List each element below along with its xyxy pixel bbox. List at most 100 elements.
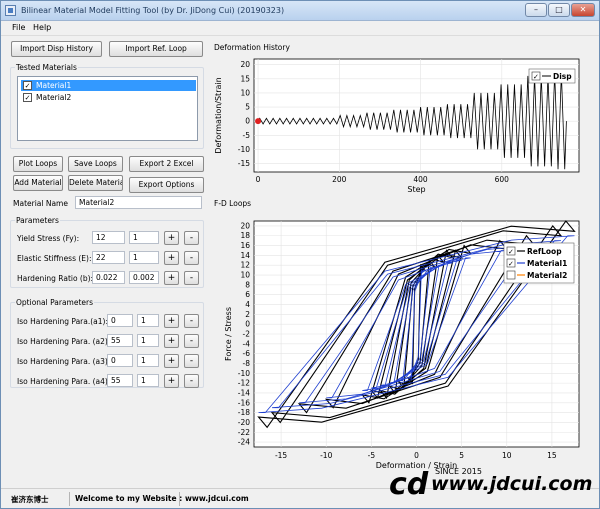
y-tick-label: -18	[238, 408, 250, 417]
x-tick-label: 15	[547, 451, 557, 460]
material-name-label: Material Name	[13, 199, 68, 208]
legend-label: RefLoop	[527, 247, 562, 256]
material2-label: Material2	[36, 93, 72, 102]
x-tick-label: -10	[320, 451, 332, 460]
yield-stress-plus-button[interactable]: +	[164, 231, 179, 245]
hardening-ratio-plus-button[interactable]: +	[164, 271, 179, 285]
y-tick-label: 10	[240, 88, 250, 97]
x-tick-label: 5	[459, 451, 464, 460]
elastic-stiffness-step-input[interactable]: 1	[129, 251, 159, 264]
status-author: 崔济东博士	[11, 495, 49, 504]
import-disp-history-button[interactable]: Import Disp History	[11, 41, 102, 57]
checkbox-material1[interactable]: ✓	[23, 81, 32, 90]
materials-list[interactable]: ✓ Material1 ✓ Material2	[17, 76, 198, 141]
menu-bar: File Help	[1, 21, 599, 36]
import-ref-loop-button[interactable]: Import Ref. Loop	[109, 41, 203, 57]
plot-loops-button[interactable]: Plot Loops	[13, 156, 63, 172]
y-tick-label: 15	[240, 74, 250, 83]
website-link[interactable]: www.jdcui.com	[185, 494, 249, 503]
start-point-marker	[255, 118, 262, 125]
material-name-input[interactable]: Material2	[75, 196, 202, 209]
iso-a1-step-input[interactable]: 1	[137, 314, 159, 327]
hardening-ratio-step-input[interactable]: 0.002	[129, 271, 159, 284]
yield-stress-step-input[interactable]: 1	[129, 231, 159, 244]
iso-a3-minus-button[interactable]: -	[184, 354, 199, 368]
yield-stress-label: Yield Stress (Fy):	[17, 234, 80, 243]
elastic-stiffness-plus-button[interactable]: +	[164, 251, 179, 265]
iso-a4-input[interactable]: 55	[107, 374, 133, 387]
y-tick-label: -2	[243, 330, 251, 339]
y-tick-label: 5	[245, 103, 250, 112]
material1-label: Material1	[36, 81, 72, 90]
status-separator	[69, 492, 70, 506]
x-tick-label: 0	[256, 175, 261, 184]
iso-a4-minus-button[interactable]: -	[184, 374, 199, 388]
x-tick-label: 600	[495, 175, 510, 184]
iso-a1-plus-button[interactable]: +	[164, 314, 179, 328]
iso-a2-plus-button[interactable]: +	[164, 334, 179, 348]
deformation-history-title: Deformation History	[214, 43, 290, 52]
iso-a4-label: Iso Hardening Para. (a4):	[17, 377, 111, 386]
iso-a4-plus-button[interactable]: +	[164, 374, 179, 388]
delete-material-button[interactable]: Delete Material	[68, 175, 123, 191]
y-tick-label: -22	[238, 428, 250, 437]
iso-a1-input[interactable]: 0	[107, 314, 133, 327]
y-tick-label: -14	[238, 388, 250, 397]
x-tick-label: 200	[332, 175, 347, 184]
y-tick-label: 8	[245, 280, 250, 289]
x-tick-label: -5	[368, 451, 376, 460]
y-tick-label: -20	[238, 418, 250, 427]
yield-stress-input[interactable]: 12	[92, 231, 125, 244]
menu-file[interactable]: File	[12, 23, 25, 32]
legend-label: Disp	[553, 72, 572, 81]
iso-a2-minus-button[interactable]: -	[184, 334, 199, 348]
iso-a3-label: Iso Hardening Para. (a3):	[17, 357, 111, 366]
iso-a2-input[interactable]: 55	[107, 334, 133, 347]
iso-a1-minus-button[interactable]: -	[184, 314, 199, 328]
hardening-ratio-minus-button[interactable]: -	[184, 271, 199, 285]
y-tick-label: -10	[238, 145, 250, 154]
y-tick-label: 0	[245, 320, 250, 329]
x-tick-label: 400	[413, 175, 428, 184]
deformation-history-chart: 20 15 10 5 0 -5 -10 -15 0 200 400 600 Step Deformatio…	[214, 58, 580, 194]
legend-check-icon: ✓	[508, 248, 514, 256]
elastic-stiffness-input[interactable]: 22	[92, 251, 125, 264]
tested-materials-label: Tested Materials	[15, 63, 78, 72]
add-material-button[interactable]: Add Material	[13, 175, 63, 191]
iso-a2-label: Iso Hardening Para. (a2):	[17, 337, 111, 346]
minimize-button[interactable]: –	[525, 3, 547, 17]
iso-a4-step-input[interactable]: 1	[137, 374, 159, 387]
maximize-button[interactable]: □	[548, 3, 570, 17]
checkbox-material2[interactable]: ✓	[23, 93, 32, 102]
y-tick-label: 20	[240, 60, 250, 69]
save-loops-button[interactable]: Save Loops	[68, 156, 123, 172]
close-button[interactable]: ✕	[571, 3, 595, 17]
iso-a2-step-input[interactable]: 1	[137, 334, 159, 347]
title-bar[interactable]: Bilinear Material Model Fitting Tool (by…	[1, 1, 599, 21]
y-tick-label: 14	[240, 251, 250, 260]
yield-stress-minus-button[interactable]: -	[184, 231, 199, 245]
y-tick-label: 2	[245, 310, 250, 319]
y-tick-label: -12	[238, 379, 250, 388]
legend-label: Material1	[527, 259, 567, 268]
optional-parameters-label: Optional Parameters	[15, 298, 95, 307]
x-axis-label: Step	[407, 185, 425, 194]
y-tick-label: 4	[245, 300, 250, 309]
menu-help[interactable]: Help	[33, 23, 51, 32]
site-watermark: cd SINCE 2015 www.jdcui.com	[389, 467, 595, 503]
elastic-stiffness-minus-button[interactable]: -	[184, 251, 199, 265]
iso-a3-plus-button[interactable]: +	[164, 354, 179, 368]
export-options-button[interactable]: Export Options	[129, 177, 204, 193]
legend-check-icon: ✓	[508, 260, 514, 268]
iso-a3-input[interactable]: 0	[107, 354, 133, 367]
list-item-material1[interactable]: ✓ Material1	[21, 80, 196, 91]
parameters-label: Parameters	[15, 216, 60, 225]
hardening-ratio-input[interactable]: 0.022	[92, 271, 125, 284]
app-window: Bilinear Material Model Fitting Tool (by…	[0, 0, 600, 509]
iso-a3-step-input[interactable]: 1	[137, 354, 159, 367]
y-tick-label: 18	[240, 231, 250, 240]
y-tick-label: -8	[243, 359, 251, 368]
list-item-material2[interactable]: ✓ Material2	[21, 92, 196, 103]
status-welcome: Welcome to my Website :	[75, 494, 183, 503]
export-excel-button[interactable]: Export 2 Excel	[129, 156, 204, 172]
